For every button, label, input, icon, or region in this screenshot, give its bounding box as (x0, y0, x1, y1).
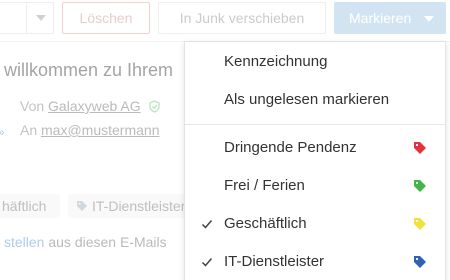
checkmark-icon (201, 258, 213, 267)
menu-tag-urgent[interactable]: Dringende Pendenz (185, 131, 445, 165)
mail-view: Löschen In Junk verschieben Markieren wi… (0, 0, 450, 280)
mark-dropdown-menu: Kennzeichnung Als ungelesen markieren Dr… (184, 41, 446, 280)
mark-button-label: Markieren (349, 10, 412, 26)
unsubscribe-text: stellen aus diesen E-Mails (4, 234, 167, 250)
email-from: Von Galaxyweb AG (20, 98, 161, 114)
sender-link[interactable]: Galaxyweb AG (48, 98, 141, 114)
more-options-button[interactable] (26, 2, 54, 34)
tag-chip-business[interactable]: häftlich (0, 194, 60, 218)
menu-tag-label: Frei / Ferien (224, 177, 305, 194)
delete-button[interactable]: Löschen (62, 2, 150, 34)
toolbar-button-partial[interactable] (0, 2, 28, 34)
chevron-down-icon (424, 16, 434, 22)
menu-item-mark-unread[interactable]: Als ungelesen markieren (185, 83, 445, 117)
from-prefix: Von (20, 98, 45, 114)
menu-item-label: Kennzeichnung (224, 53, 328, 70)
menu-tag-business[interactable]: Geschäftlich (185, 207, 445, 241)
move-to-junk-button[interactable]: In Junk verschieben (158, 2, 326, 34)
tag-chip-it-provider[interactable]: IT-Dienstleister (68, 194, 190, 218)
email-to: An max@mustermann (20, 122, 159, 138)
menu-tag-label: Geschäftlich (224, 215, 307, 232)
unsubscribe-link[interactable]: stellen (4, 234, 44, 250)
menu-divider (185, 124, 445, 125)
yellow-tag-icon (414, 218, 426, 230)
mark-dropdown-button[interactable]: Markieren (334, 2, 446, 34)
tag-chip-label: IT-Dienstleister (92, 198, 186, 214)
blue-tag-icon (414, 256, 426, 268)
menu-tag-label: IT-Dienstleister (224, 253, 325, 270)
verified-shield-icon (148, 100, 160, 113)
recipient-link[interactable]: max@mustermann (41, 122, 159, 138)
email-subject: willkommen zu Ihrem (4, 60, 174, 80)
to-prefix: An (20, 122, 38, 138)
unsubscribe-suffix: aus diesen E-Mails (44, 234, 167, 250)
menu-tag-label: Dringende Pendenz (224, 139, 357, 156)
menu-item-flag[interactable]: Kennzeichnung (185, 45, 445, 79)
menu-item-label: Als ungelesen markieren (224, 91, 390, 108)
expand-indicator-icon: » (0, 126, 6, 138)
chevron-down-icon (36, 15, 46, 21)
green-tag-icon (414, 180, 426, 192)
menu-tag-it-provider[interactable]: IT-Dienstleister (185, 245, 445, 279)
checkmark-icon (201, 220, 213, 229)
tag-icon (77, 201, 87, 211)
menu-tag-vacation[interactable]: Frei / Ferien (185, 169, 445, 203)
red-tag-icon (414, 142, 426, 154)
